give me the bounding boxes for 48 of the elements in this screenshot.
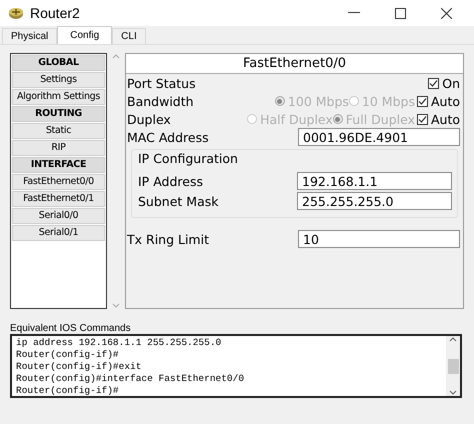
sidebar-item[interactable]: FastEthernet0/0 [12, 174, 105, 190]
checkbox[interactable] [428, 78, 440, 88]
section-label: Equivalent IOS Commands [10, 323, 132, 334]
field-label: MAC Address [127, 130, 210, 144]
section-header: ROUTING [12, 106, 105, 122]
tab[interactable]: CLI [112, 28, 146, 44]
tab[interactable]: Physical [2, 28, 58, 44]
checkbox-label: On [442, 76, 460, 90]
sidebar-item[interactable]: Algorithm Settings [12, 89, 105, 105]
tab[interactable]: Config [57, 26, 112, 44]
field-label: Subnet Mask [138, 194, 220, 208]
field-label: IP Address [138, 174, 204, 188]
command-line: Router(config-if)#exit [16, 361, 142, 373]
sidebar-item[interactable]: FastEthernet0/1 [12, 191, 105, 207]
router-icon [8, 6, 24, 20]
close-icon[interactable] [440, 8, 452, 18]
radio-label: 100 Mbps [288, 94, 349, 108]
field-label: Port Status [127, 76, 197, 90]
radio-label: 10 Mbps [362, 94, 415, 108]
section-header: INTERFACE [12, 157, 105, 173]
checkbox-label: Auto [430, 112, 460, 126]
command-line: Router(config)#interface FastEthernet0/0 [16, 373, 246, 385]
sidebar-item[interactable]: Serial0/0 [12, 208, 105, 224]
window-title: Router2 [30, 5, 81, 21]
input-field[interactable]: 0001.96DE.4901 [298, 128, 460, 146]
field-label: Bandwidth [127, 94, 195, 108]
command-line: Router(config-if)# [16, 349, 120, 361]
sidebar-item[interactable]: Settings [12, 72, 105, 88]
sidebar-item[interactable]: Serial0/1 [12, 225, 105, 241]
command-line: Router(config-if)# [16, 385, 120, 397]
scroll-down-icon[interactable] [449, 390, 457, 396]
input-field[interactable]: 255.255.255.0 [297, 192, 452, 210]
field-label: Tx Ring Limit [127, 232, 210, 246]
panel-title: FastEthernet0/0 [126, 54, 463, 74]
sidebar-item[interactable]: RIP [12, 140, 105, 156]
command-line: ip address 192.168.1.1 255.255.255.0 [16, 337, 222, 349]
section-header: GLOBAL [12, 55, 105, 71]
maximize-icon[interactable] [394, 8, 406, 18]
group-title: IP Configuration [138, 150, 239, 168]
scroll-up-icon[interactable] [449, 336, 457, 342]
radio-label: Full Duplex [346, 112, 415, 126]
minimize-icon[interactable] [348, 12, 360, 14]
checkbox-label: Auto [430, 94, 460, 108]
input-field[interactable]: 10 [298, 230, 460, 248]
input-field[interactable]: 192.168.1.1 [297, 172, 452, 190]
radio-label: Half Duplex [260, 112, 333, 126]
sidebar-item[interactable]: Static [12, 123, 105, 139]
field-label: Duplex [127, 112, 172, 126]
